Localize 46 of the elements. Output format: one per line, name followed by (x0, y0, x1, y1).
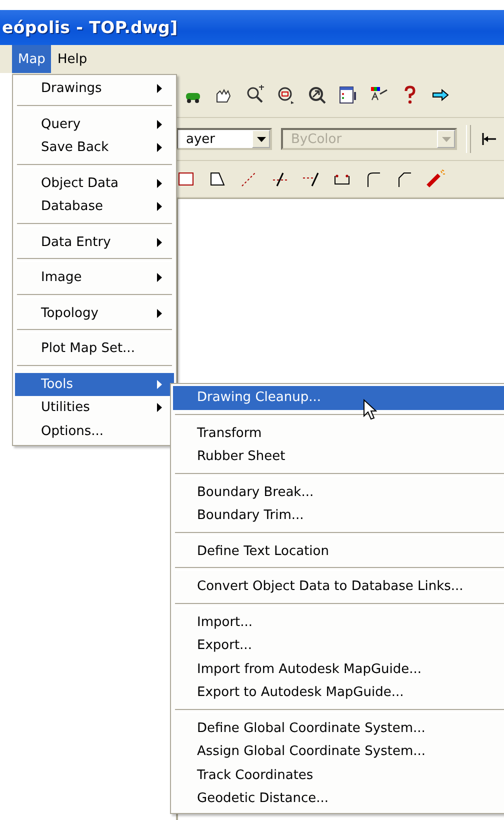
menu-item[interactable]: Topology (15, 302, 174, 325)
submenu-arrow-icon (157, 380, 162, 389)
menu-item[interactable]: Rubber Sheet (173, 445, 504, 468)
menu-item[interactable]: Utilities (15, 396, 174, 420)
menu-item[interactable]: Options... (15, 420, 174, 443)
menu-item[interactable]: Assign Global Coordinate System... (173, 740, 504, 764)
menu-item[interactable]: Plot Map Set... (15, 337, 174, 360)
menu-item[interactable]: Data Entry (15, 230, 174, 254)
menu-item[interactable]: Drawings (15, 77, 174, 100)
submenu-arrow-icon (157, 84, 162, 94)
menu-item[interactable]: Transform (173, 422, 504, 445)
menu-item[interactable]: Boundary Break... (173, 480, 504, 504)
menu-item[interactable]: Define Text Location (173, 540, 504, 563)
submenu-arrow-icon (157, 202, 162, 212)
menu-item[interactable]: Tools (15, 372, 174, 396)
window-title: eópolis - TOP.dwg] (2, 18, 178, 37)
caret-icon (256, 136, 266, 142)
menu-item[interactable]: Export to Autodesk MapGuide... (173, 681, 504, 704)
firecracker-icon[interactable] (424, 168, 446, 190)
menu-bar-item[interactable]: Help (51, 45, 94, 73)
mouse-cursor-icon (363, 399, 377, 421)
submenu-arrow-icon (157, 143, 162, 152)
menu-item[interactable]: Export... (173, 634, 504, 658)
submenu-arrow-icon (157, 238, 162, 247)
menu-item[interactable]: Save Back (15, 136, 174, 160)
layer-dropdown[interactable]: ayer (176, 128, 272, 150)
menu-bar-item[interactable]: Map (12, 45, 52, 73)
properties-icon[interactable] (337, 84, 359, 106)
menu-item[interactable]: Convert Object Data to Database Links... (173, 575, 504, 598)
submenu-arrow-icon (157, 403, 162, 412)
menu-item[interactable]: Track Coordinates (173, 764, 504, 787)
menu-item[interactable]: Image (15, 266, 174, 290)
menu-item[interactable]: Import from Autodesk MapGuide... (173, 658, 504, 681)
submenu-arrow-icon (157, 308, 162, 318)
menu-item[interactable]: Drawing Cleanup... (173, 386, 504, 410)
menu-item[interactable]: Geodetic Distance... (173, 787, 504, 810)
menu-item[interactable]: Import... (173, 610, 504, 634)
submenu-arrow-icon (157, 178, 162, 188)
zoom-previous-icon[interactable] (306, 84, 328, 106)
menu-item[interactable]: Boundary Trim... (173, 504, 504, 528)
menu-item[interactable]: Define Global Coordinate System... (173, 716, 504, 740)
caret-icon (442, 136, 450, 142)
menu-item[interactable]: Query (15, 112, 174, 136)
submenu-arrow-icon (157, 273, 162, 282)
menu-item[interactable]: Database (15, 195, 174, 218)
submenu-arrow-icon (157, 120, 162, 129)
